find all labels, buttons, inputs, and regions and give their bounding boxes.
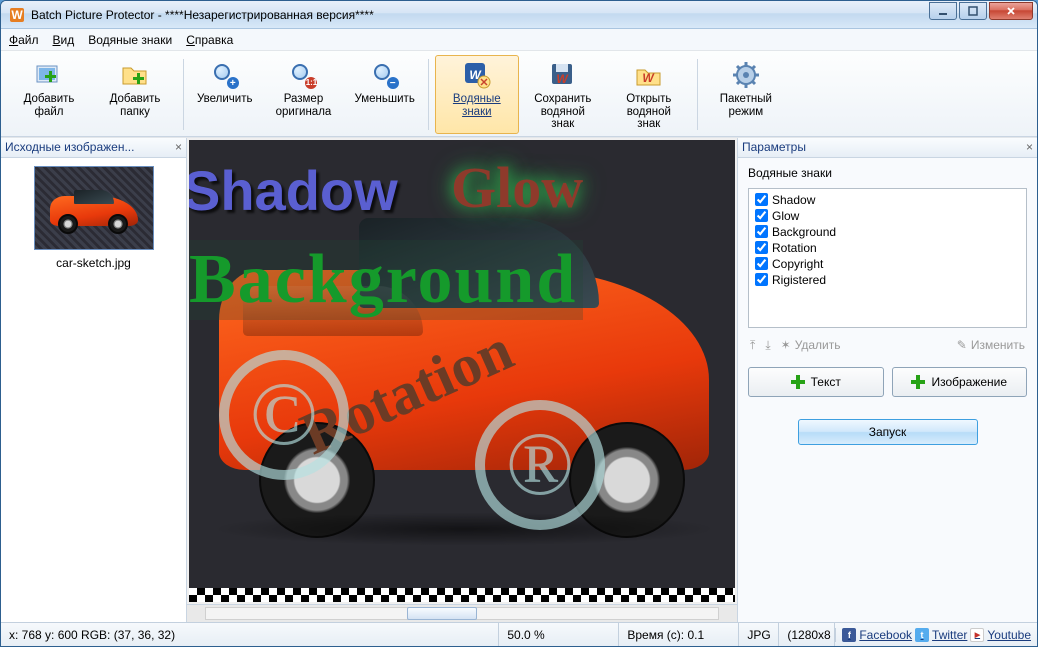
run-button[interactable]: Запуск bbox=[798, 419, 978, 445]
watermarks-icon: W bbox=[462, 60, 492, 90]
orig-size-icon: 1:1 bbox=[288, 60, 318, 90]
social-links: fFacebook tTwitter ▶Youtube bbox=[835, 628, 1037, 642]
wm-glow: Glow bbox=[451, 154, 583, 221]
wm-check-rotation[interactable] bbox=[755, 241, 768, 254]
wm-check-background[interactable] bbox=[755, 225, 768, 238]
add-folder-button[interactable]: Добавить папку bbox=[93, 55, 177, 134]
status-format: JPG bbox=[739, 623, 779, 646]
status-dimensions: (1280x8 bbox=[779, 623, 835, 646]
wm-item-background[interactable]: Background bbox=[755, 225, 1020, 239]
orig-size-button[interactable]: 1:1 Размер оригинала bbox=[261, 55, 345, 134]
params-panel: Параметры × Водяные знаки Shadow Glow Ba… bbox=[737, 138, 1037, 622]
wm-check-shadow[interactable] bbox=[755, 193, 768, 206]
preview-canvas[interactable]: Shadow Glow Background Rotation © ® bbox=[189, 140, 735, 602]
zoom-out-button[interactable]: − Уменьшить bbox=[347, 55, 421, 134]
watermarks-label: Водяные знаки bbox=[442, 93, 512, 118]
gear-icon bbox=[731, 60, 761, 90]
minimize-button[interactable] bbox=[929, 2, 957, 20]
zoom-out-icon: − bbox=[370, 60, 400, 90]
preview-area: Shadow Glow Background Rotation © ® bbox=[187, 138, 737, 622]
zoom-in-button[interactable]: + Увеличить bbox=[190, 55, 259, 134]
thumbnail-label: car-sketch.jpg bbox=[56, 256, 131, 270]
wm-item-shadow[interactable]: Shadow bbox=[755, 193, 1020, 207]
statusbar: x: 768 y: 600 RGB: (37, 36, 32) 50.0 % В… bbox=[1, 622, 1037, 646]
horizontal-scrollbar[interactable] bbox=[187, 604, 737, 622]
status-zoom: 50.0 % bbox=[499, 623, 619, 646]
add-image-button[interactable]: Изображение bbox=[892, 367, 1028, 397]
wm-actions-row: ⤒ ⤓ ✶ Удалить ✎ Изменить bbox=[748, 336, 1027, 353]
wm-item-registered[interactable]: Rigistered bbox=[755, 273, 1020, 287]
save-wm-button[interactable]: W Сохранить водяной знак bbox=[521, 55, 605, 134]
plus-icon bbox=[911, 375, 925, 389]
wm-check-copyright[interactable] bbox=[755, 257, 768, 270]
youtube-link[interactable]: ▶Youtube bbox=[970, 628, 1031, 642]
zoom-in-icon: + bbox=[210, 60, 240, 90]
add-folder-label: Добавить папку bbox=[100, 93, 170, 118]
plus-icon bbox=[791, 375, 805, 389]
add-text-button[interactable]: Текст bbox=[748, 367, 884, 397]
wm-item-rotation[interactable]: Rotation bbox=[755, 241, 1020, 255]
wm-registered: ® bbox=[475, 400, 605, 530]
menubar: Файл Вид Водяные знаки Справка bbox=[1, 29, 1037, 51]
app-icon: W bbox=[9, 7, 25, 23]
wm-item-copyright[interactable]: Copyright bbox=[755, 257, 1020, 271]
wm-background: Background bbox=[189, 240, 583, 320]
move-down-icon: ⤓ bbox=[765, 338, 770, 353]
menu-help[interactable]: Справка bbox=[186, 33, 233, 47]
add-folder-icon bbox=[120, 60, 150, 90]
thumbnail-list: car-sketch.jpg bbox=[1, 158, 186, 622]
close-button[interactable] bbox=[989, 2, 1033, 20]
svg-text:W: W bbox=[642, 71, 655, 85]
app-window: W Batch Picture Protector - ****Незареги… bbox=[0, 0, 1038, 647]
params-header: Параметры × bbox=[738, 138, 1037, 158]
wm-shadow: Shadow bbox=[189, 158, 398, 223]
toolbar: Добавить файл Добавить папку + Увеличить… bbox=[1, 51, 1037, 137]
facebook-link[interactable]: fFacebook bbox=[842, 628, 912, 642]
orig-size-label: Размер оригинала bbox=[268, 93, 338, 118]
menu-watermarks[interactable]: Водяные знаки bbox=[88, 33, 172, 47]
wm-copyright: © bbox=[219, 350, 349, 480]
open-wm-icon: W bbox=[634, 60, 664, 90]
delete-action: ✶ Удалить bbox=[781, 338, 841, 352]
close-icon[interactable]: × bbox=[175, 140, 182, 154]
move-up-icon: ⤒ bbox=[750, 338, 755, 353]
thumbnail[interactable] bbox=[34, 166, 154, 250]
status-time: Время (c): 0.1 bbox=[619, 623, 739, 646]
twitter-link[interactable]: tTwitter bbox=[915, 628, 967, 642]
save-wm-label: Сохранить водяной знак bbox=[528, 93, 598, 131]
save-wm-icon: W bbox=[548, 60, 578, 90]
wm-item-glow[interactable]: Glow bbox=[755, 209, 1020, 223]
add-file-label: Добавить файл bbox=[14, 93, 84, 118]
svg-text:W: W bbox=[11, 8, 23, 22]
source-panel-title: Исходные изображен... bbox=[5, 140, 134, 154]
close-icon[interactable]: × bbox=[1026, 140, 1033, 154]
wm-group-label: Водяные знаки bbox=[748, 166, 1027, 180]
status-coords: x: 768 y: 600 RGB: (37, 36, 32) bbox=[1, 623, 499, 646]
wm-check-registered[interactable] bbox=[755, 273, 768, 286]
window-title: Batch Picture Protector - ****Незарегист… bbox=[31, 8, 929, 22]
open-wm-button[interactable]: W Открыть водяной знак bbox=[607, 55, 691, 134]
main-body: Исходные изображен... × car-sketch.jpg bbox=[1, 137, 1037, 622]
maximize-button[interactable] bbox=[959, 2, 987, 20]
menu-view[interactable]: Вид bbox=[53, 33, 75, 47]
source-panel: Исходные изображен... × car-sketch.jpg bbox=[1, 138, 187, 622]
edit-action: ✎ Изменить bbox=[957, 338, 1025, 352]
add-file-icon bbox=[34, 60, 64, 90]
watermark-list: Shadow Glow Background Rotation Copyrigh… bbox=[748, 188, 1027, 328]
batch-button[interactable]: Пакетный режим bbox=[704, 55, 788, 134]
checker-strip bbox=[189, 588, 735, 602]
titlebar: W Batch Picture Protector - ****Незареги… bbox=[1, 1, 1037, 29]
menu-file[interactable]: Файл bbox=[9, 33, 39, 47]
zoom-out-label: Уменьшить bbox=[354, 93, 414, 106]
zoom-in-label: Увеличить bbox=[197, 93, 252, 106]
source-panel-header: Исходные изображен... × bbox=[1, 138, 186, 158]
add-file-button[interactable]: Добавить файл bbox=[7, 55, 91, 134]
params-title: Параметры bbox=[742, 140, 806, 154]
open-wm-label: Открыть водяной знак bbox=[614, 93, 684, 131]
svg-text:W: W bbox=[556, 72, 569, 86]
wm-check-glow[interactable] bbox=[755, 209, 768, 222]
batch-label: Пакетный режим bbox=[711, 93, 781, 118]
watermarks-button[interactable]: W Водяные знаки bbox=[435, 55, 519, 134]
